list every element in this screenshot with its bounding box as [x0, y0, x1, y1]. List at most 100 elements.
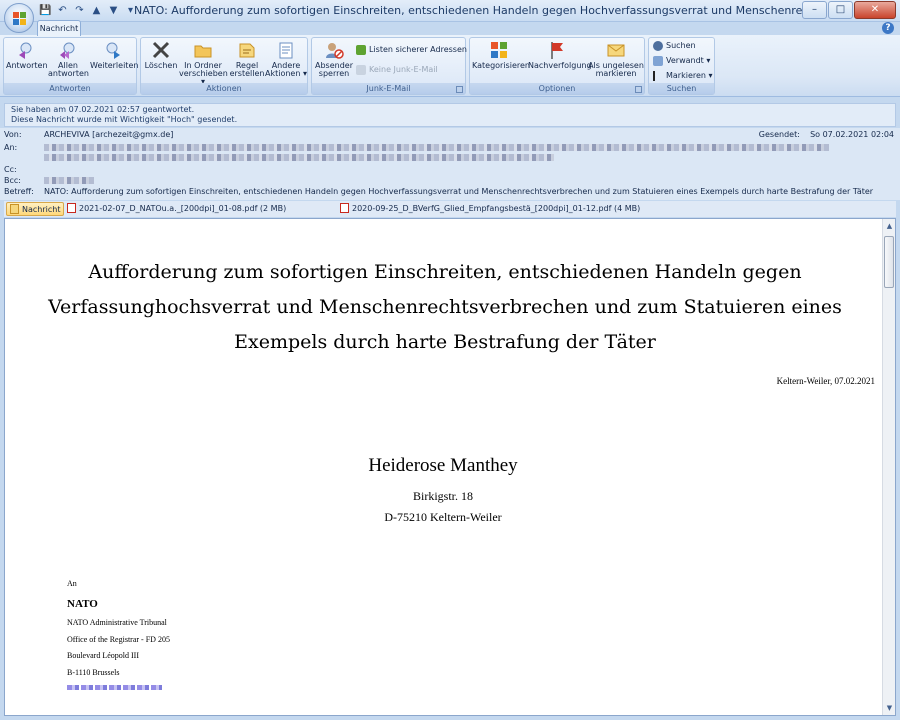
office-logo-icon	[13, 12, 26, 25]
recipient-line-2: Office of the Registrar - FD 205	[67, 635, 170, 644]
recipient-prefix: An	[67, 579, 77, 588]
group-suchen: Suchen Verwandt ▾ Markieren ▾ Suchen	[648, 37, 715, 95]
office-button[interactable]	[4, 3, 34, 33]
sent-value: So 07.02.2021 02:04	[810, 130, 894, 139]
sender-name: Heiderose Manthey	[368, 455, 518, 476]
title-bar: 💾 ↶ ↷ ▲ ▼ ▾ NATO: Aufforderung zum sofor…	[0, 0, 900, 22]
safe-lists-button[interactable]: Listen sicherer Adressen ▾	[356, 44, 474, 56]
flag-icon	[547, 40, 567, 60]
to-recipients-redacted-line2[interactable]	[44, 154, 554, 161]
recipient-name: NATO	[67, 598, 98, 610]
sent-field: Gesendet: So 07.02.2021 02:04	[759, 130, 894, 139]
window-title: NATO: Aufforderung zum sofortigen Einsch…	[134, 4, 826, 17]
delete-button[interactable]: Löschen	[143, 40, 179, 70]
vertical-scrollbar[interactable]: ▲ ▼	[882, 219, 895, 715]
binoculars-icon	[653, 40, 663, 51]
categorize-button[interactable]: Kategorisieren	[472, 40, 530, 70]
group-label-junk-email: Junk-E-Mail	[312, 83, 465, 94]
other-actions-button[interactable]: Andere Aktionen ▾	[265, 40, 307, 78]
create-rule-button[interactable]: Regel erstellen	[229, 40, 265, 78]
block-sender-button[interactable]: Absender sperren	[314, 40, 354, 78]
group-optionen: Kategorisieren Nachverfolgung Als ungele…	[469, 37, 645, 95]
scroll-thumb[interactable]	[884, 236, 894, 288]
info-bar[interactable]: Sie haben am 07.02.2021 02:57 geantworte…	[4, 103, 896, 127]
quick-access-toolbar: 💾 ↶ ↷ ▲ ▼ ▾	[38, 3, 138, 19]
subject-label: Betreff:	[4, 187, 34, 196]
info-line-replied: Sie haben am 07.02.2021 02:57 geantworte…	[11, 105, 195, 114]
delete-icon	[151, 40, 171, 60]
move-to-folder-button[interactable]: In Ordner verschieben ▾	[179, 40, 228, 86]
options-launcher-icon[interactable]	[635, 86, 642, 93]
scroll-down-icon[interactable]: ▼	[884, 702, 895, 714]
safe-list-icon	[356, 44, 366, 55]
related-icon	[653, 55, 663, 66]
pdf-icon	[340, 203, 349, 213]
tab-nachricht[interactable]: Nachricht	[37, 20, 81, 36]
recipient-line-4: B-1110 Brussels	[67, 668, 120, 677]
group-aktionen: Löschen In Ordner verschieben ▾ Regel er…	[140, 37, 308, 95]
select-button[interactable]: Markieren ▾	[653, 70, 713, 82]
message-header: Von: ARCHEVIVA [archezeit@gmx.de] Gesend…	[0, 128, 900, 200]
from-value[interactable]: ARCHEVIVA [archezeit@gmx.de]	[44, 130, 173, 140]
attachment-message[interactable]: Nachricht	[6, 202, 65, 216]
mark-unread-button[interactable]: Als ungelesen markieren	[588, 40, 644, 78]
folder-icon	[193, 40, 213, 60]
close-button[interactable]: ✕	[854, 1, 896, 19]
rule-icon	[237, 40, 257, 60]
next-item-icon[interactable]: ▼	[106, 3, 121, 18]
forward-button[interactable]: Weiterleiten	[90, 40, 138, 70]
maximize-button[interactable]: □	[828, 1, 853, 19]
attachment-bar: Nachricht 2021-02-07_D_NATOu.a._[200dpi]…	[4, 201, 896, 217]
sent-label: Gesendet:	[758, 130, 800, 139]
group-antworten: Antworten Allen antworten Weiterleiten A…	[3, 37, 138, 95]
attachment-pdf-1[interactable]: 2021-02-07_D_NATOu.a._[200dpi]_01-08.pdf…	[64, 202, 289, 216]
categorize-icon	[489, 40, 509, 60]
mark-unread-icon	[606, 40, 626, 60]
group-label-aktionen: Aktionen	[141, 83, 307, 94]
letter-title: Aufforderung zum sofortigen Einschreiten…	[48, 261, 842, 353]
bcc-recipient-redacted[interactable]	[44, 177, 94, 184]
follow-up-button[interactable]: Nachverfolgung	[528, 40, 592, 70]
to-recipients-redacted[interactable]	[44, 144, 829, 151]
minimize-button[interactable]: –	[802, 1, 827, 19]
scroll-up-icon[interactable]: ▲	[884, 220, 895, 232]
cursor-icon	[653, 70, 663, 81]
letter-place-date: Keltern-Weiler, 07.02.2021	[776, 376, 875, 386]
from-label: Von:	[4, 130, 22, 139]
recipient-email-redacted	[67, 685, 162, 690]
junk-options-launcher-icon[interactable]	[456, 86, 463, 93]
message-body[interactable]: Aufforderung zum sofortigen Einschreiten…	[4, 218, 896, 716]
pdf-icon	[67, 203, 76, 213]
group-junk-email: Absender sperren Listen sicherer Adresse…	[311, 37, 474, 95]
to-label: An:	[4, 143, 18, 152]
help-icon[interactable]: ?	[882, 22, 894, 34]
info-line-importance: Diese Nachricht wurde mit Wichtigkeit "H…	[11, 115, 238, 124]
envelope-icon	[10, 204, 19, 214]
reply-button[interactable]: Antworten	[6, 40, 48, 70]
cc-label: Cc:	[4, 165, 17, 174]
previous-item-icon[interactable]: ▲	[89, 3, 104, 18]
bcc-label: Bcc:	[4, 176, 21, 185]
reply-all-button[interactable]: Allen antworten	[48, 40, 89, 78]
reply-all-icon	[58, 40, 78, 60]
not-junk-button[interactable]: Keine Junk-E-Mail	[356, 64, 438, 76]
attachment-pdf-2[interactable]: 2020-09-25_D_BVerfG_Glied_Empfangsbestä_…	[337, 202, 643, 216]
recipient-line-3: Boulevard Léopold III	[67, 651, 139, 660]
group-label-antworten: Antworten	[4, 83, 136, 94]
not-junk-icon	[356, 64, 366, 75]
block-sender-icon	[324, 40, 344, 60]
reply-icon	[16, 40, 36, 60]
sender-city: D-75210 Keltern-Weiler	[384, 510, 502, 524]
ribbon: Antworten Allen antworten Weiterleiten A…	[0, 35, 900, 97]
redo-icon[interactable]: ↷	[72, 3, 87, 18]
undo-icon[interactable]: ↶	[55, 3, 70, 18]
ribbon-tab-strip	[0, 22, 900, 36]
other-actions-icon	[276, 40, 296, 60]
subject-value: NATO: Aufforderung zum sofortigen Einsch…	[44, 187, 874, 196]
group-label-suchen: Suchen	[649, 83, 714, 94]
find-button[interactable]: Suchen	[653, 40, 696, 52]
related-button[interactable]: Verwandt ▾	[653, 55, 710, 67]
forward-icon	[103, 40, 123, 60]
group-label-optionen: Optionen	[470, 83, 644, 94]
save-icon[interactable]: 💾	[38, 3, 53, 18]
